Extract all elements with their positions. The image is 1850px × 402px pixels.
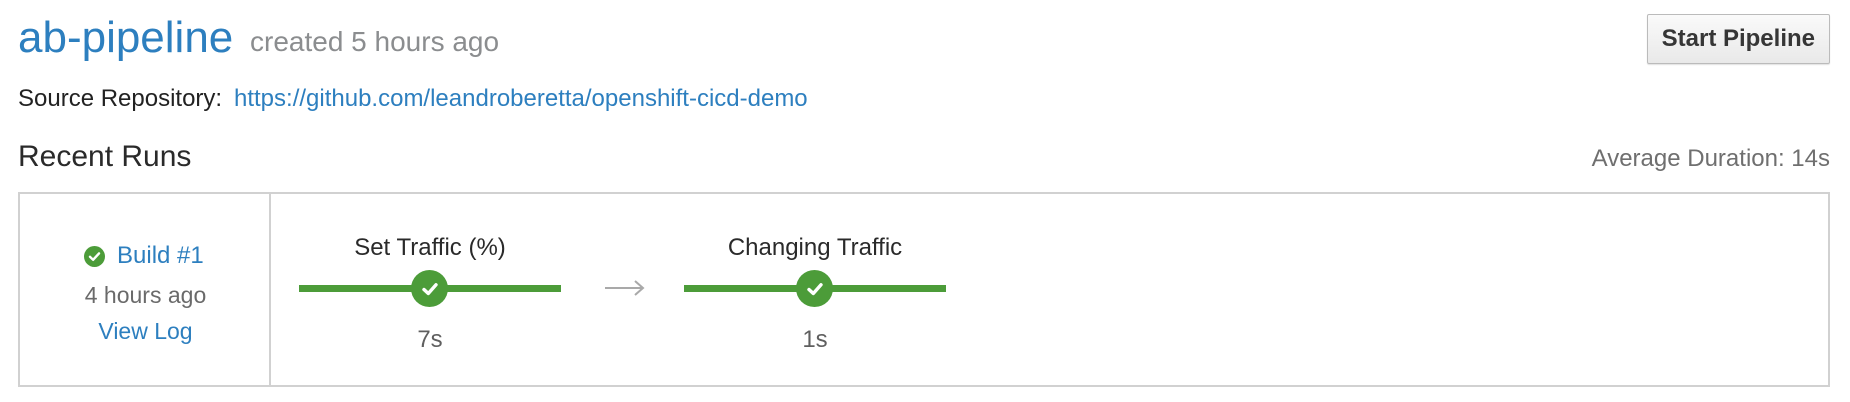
check-circle-icon — [84, 245, 105, 267]
source-repository-link[interactable]: https://github.com/leandroberetta/opensh… — [234, 84, 808, 114]
build-summary: Build #1 4 hours ago View Log — [20, 194, 271, 385]
stage-name: Changing Traffic — [727, 234, 903, 261]
build-row: Build #1 — [84, 242, 204, 270]
stage-changing-traffic[interactable]: Changing Traffic 1s — [684, 194, 946, 385]
build-link[interactable]: Build #1 — [117, 242, 204, 270]
check-circle-icon — [796, 270, 833, 307]
stage-name: Set Traffic (%) — [354, 234, 506, 261]
pipeline-title[interactable]: ab-pipeline — [18, 10, 233, 66]
average-duration: Average Duration: 14s — [1591, 145, 1830, 172]
view-log-link[interactable]: View Log — [20, 318, 271, 345]
source-repository-label: Source Repository: — [18, 85, 223, 112]
arrow-right-icon — [605, 280, 645, 296]
check-circle-icon — [411, 270, 448, 307]
build-run-panel: Build #1 4 hours ago View Log Set Traffi… — [18, 192, 1830, 387]
stage-duration: 1s — [802, 326, 828, 353]
build-time-ago: 4 hours ago — [84, 282, 207, 308]
stage-duration: 7s — [417, 326, 443, 353]
start-pipeline-button[interactable]: Start Pipeline — [1646, 14, 1830, 64]
stage-set-traffic[interactable]: Set Traffic (%) 7s — [299, 194, 561, 385]
created-timestamp: created 5 hours ago — [250, 26, 500, 57]
recent-runs-heading: Recent Runs — [18, 140, 192, 173]
